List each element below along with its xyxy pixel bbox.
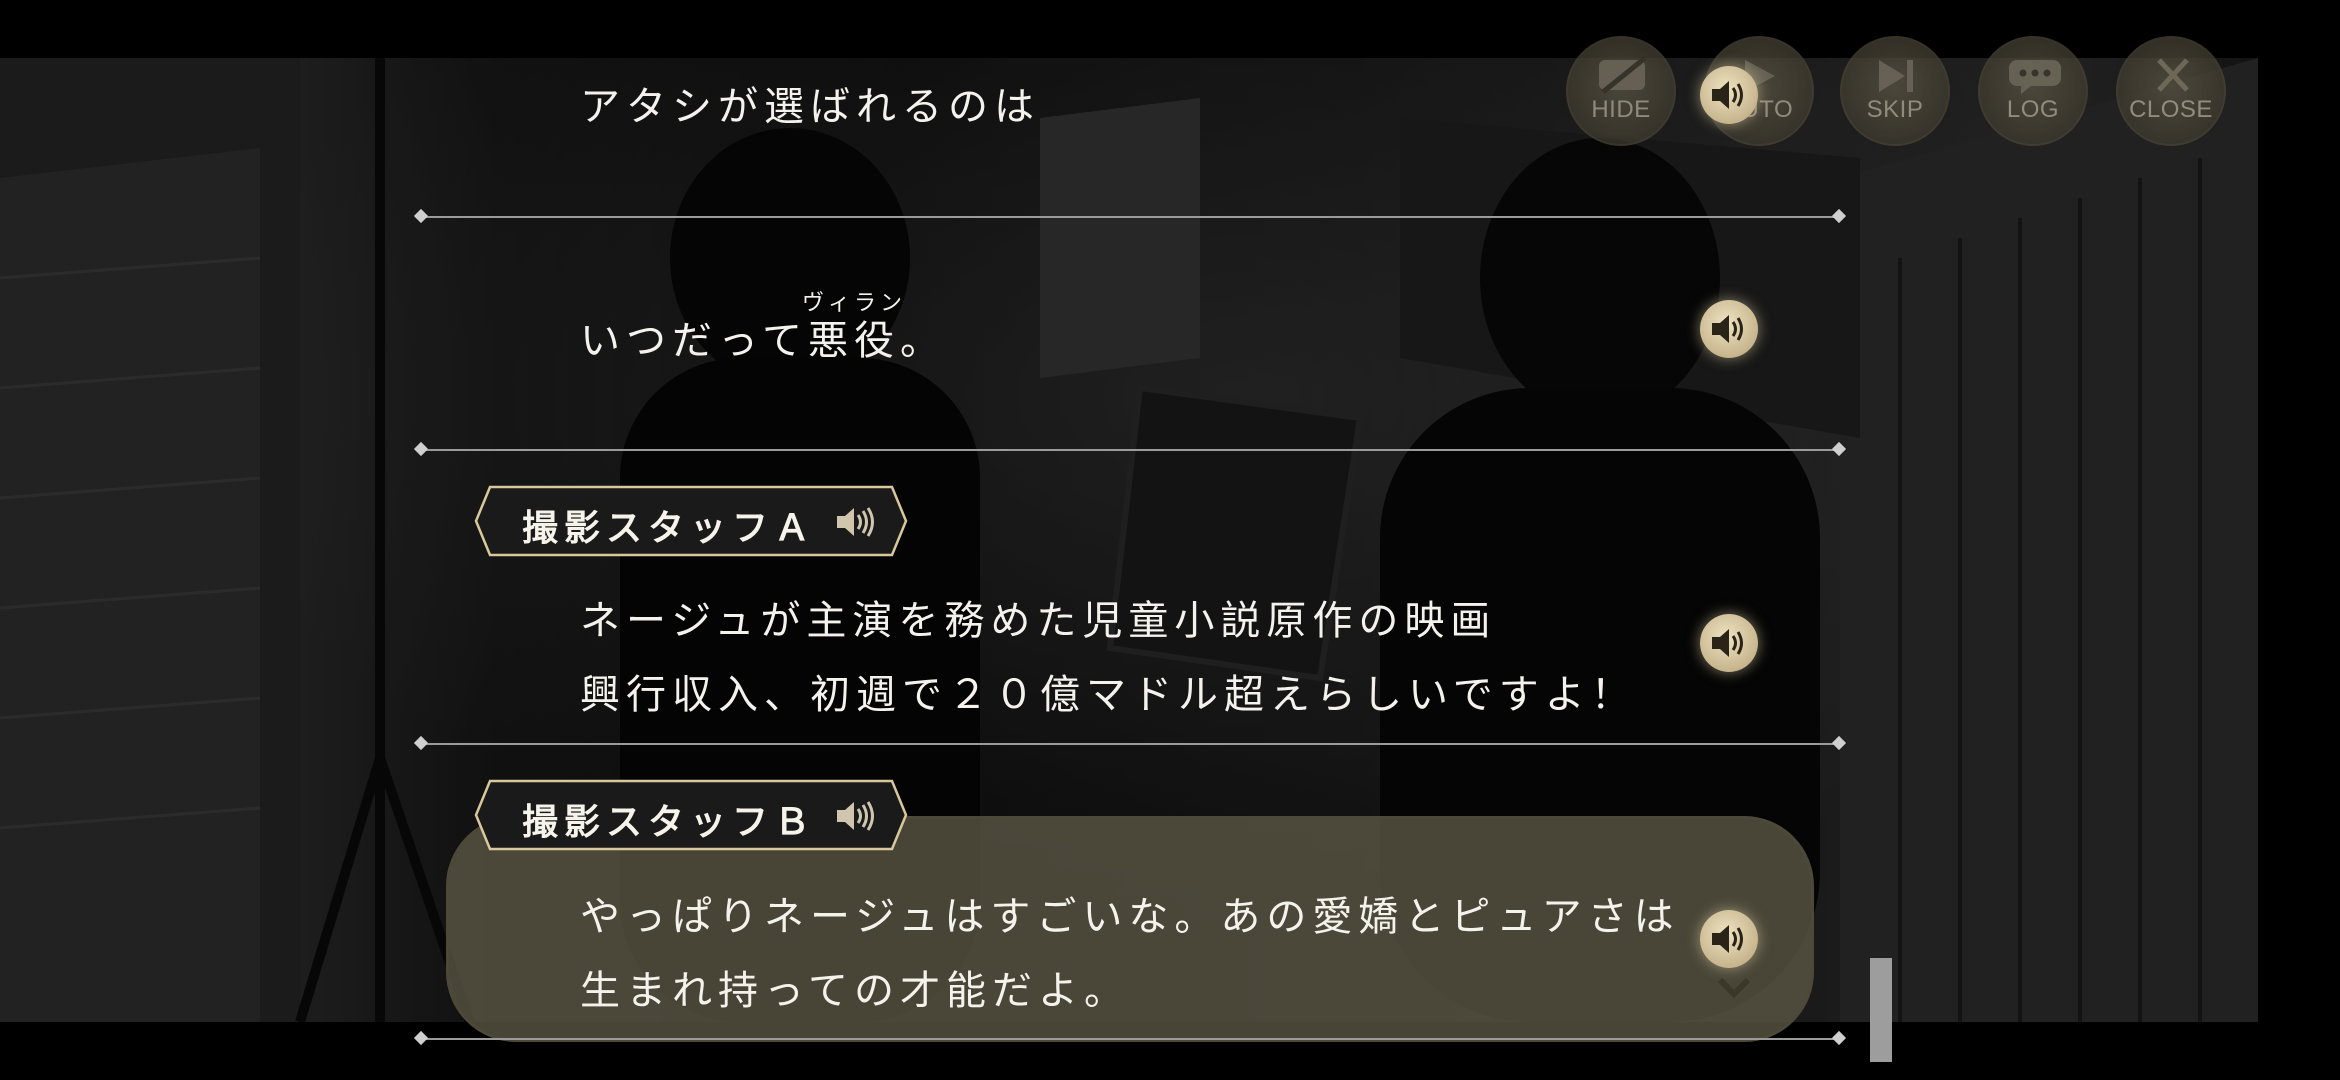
skip-label: SKIP: [1866, 96, 1924, 123]
entry-separator: [420, 449, 1840, 451]
speaker-name-tag: 撮影スタッフＢ: [474, 779, 908, 851]
speaker-name-tag: 撮影スタッフＡ: [474, 485, 908, 557]
chevron-down-icon: [1717, 977, 1751, 999]
speaker-icon[interactable]: [834, 505, 878, 539]
entry-separator: [420, 743, 1840, 745]
hide-label: HIDE: [1591, 96, 1651, 123]
speaker-name: 撮影スタッフＡ: [522, 508, 817, 549]
log-scrollbar[interactable]: [1870, 958, 1892, 1062]
skip-button[interactable]: SKIP: [1840, 36, 1950, 146]
close-label: CLOSE: [2129, 96, 2213, 123]
voice-replay-button[interactable]: [1700, 66, 1758, 124]
log-line: ネージュが主演を務めた児童小説原作の映画: [580, 598, 1497, 644]
voice-replay-button[interactable]: [1700, 614, 1758, 672]
speaker-icon: [1712, 925, 1743, 953]
speaker-name: 撮影スタッフＢ: [522, 802, 817, 843]
close-button[interactable]: CLOSE: [2116, 36, 2226, 146]
speaker-icon[interactable]: [834, 799, 878, 833]
log-button[interactable]: LOG: [1978, 36, 2088, 146]
hide-button[interactable]: HIDE: [1566, 36, 1676, 146]
log-label: LOG: [2006, 96, 2060, 123]
speaker-icon: [1712, 629, 1743, 657]
voice-replay-button[interactable]: [1700, 300, 1758, 358]
log-line: やっぱりネージュはすごいな。あの愛嬌とピュアさは: [580, 894, 1680, 940]
entry-separator: [420, 216, 1840, 218]
log-line: アタシが選ばれるのは: [580, 84, 1040, 130]
speaker-icon: [1712, 315, 1743, 343]
speaker-icon: [1712, 81, 1743, 109]
log-icon: [2009, 60, 2061, 94]
log-line: いつだって悪役。: [580, 318, 946, 364]
skip-icon: [1879, 60, 1913, 92]
log-line: 生まれ持っての才能だよ。: [580, 968, 1130, 1014]
hide-icon: [1599, 56, 1647, 94]
entry-separator: [420, 1038, 1840, 1040]
voice-replay-button[interactable]: [1700, 910, 1758, 968]
close-icon: [2157, 58, 2189, 92]
log-line: 興行収入、初週で２０億マドル超えらしいですよ！: [580, 672, 1637, 718]
